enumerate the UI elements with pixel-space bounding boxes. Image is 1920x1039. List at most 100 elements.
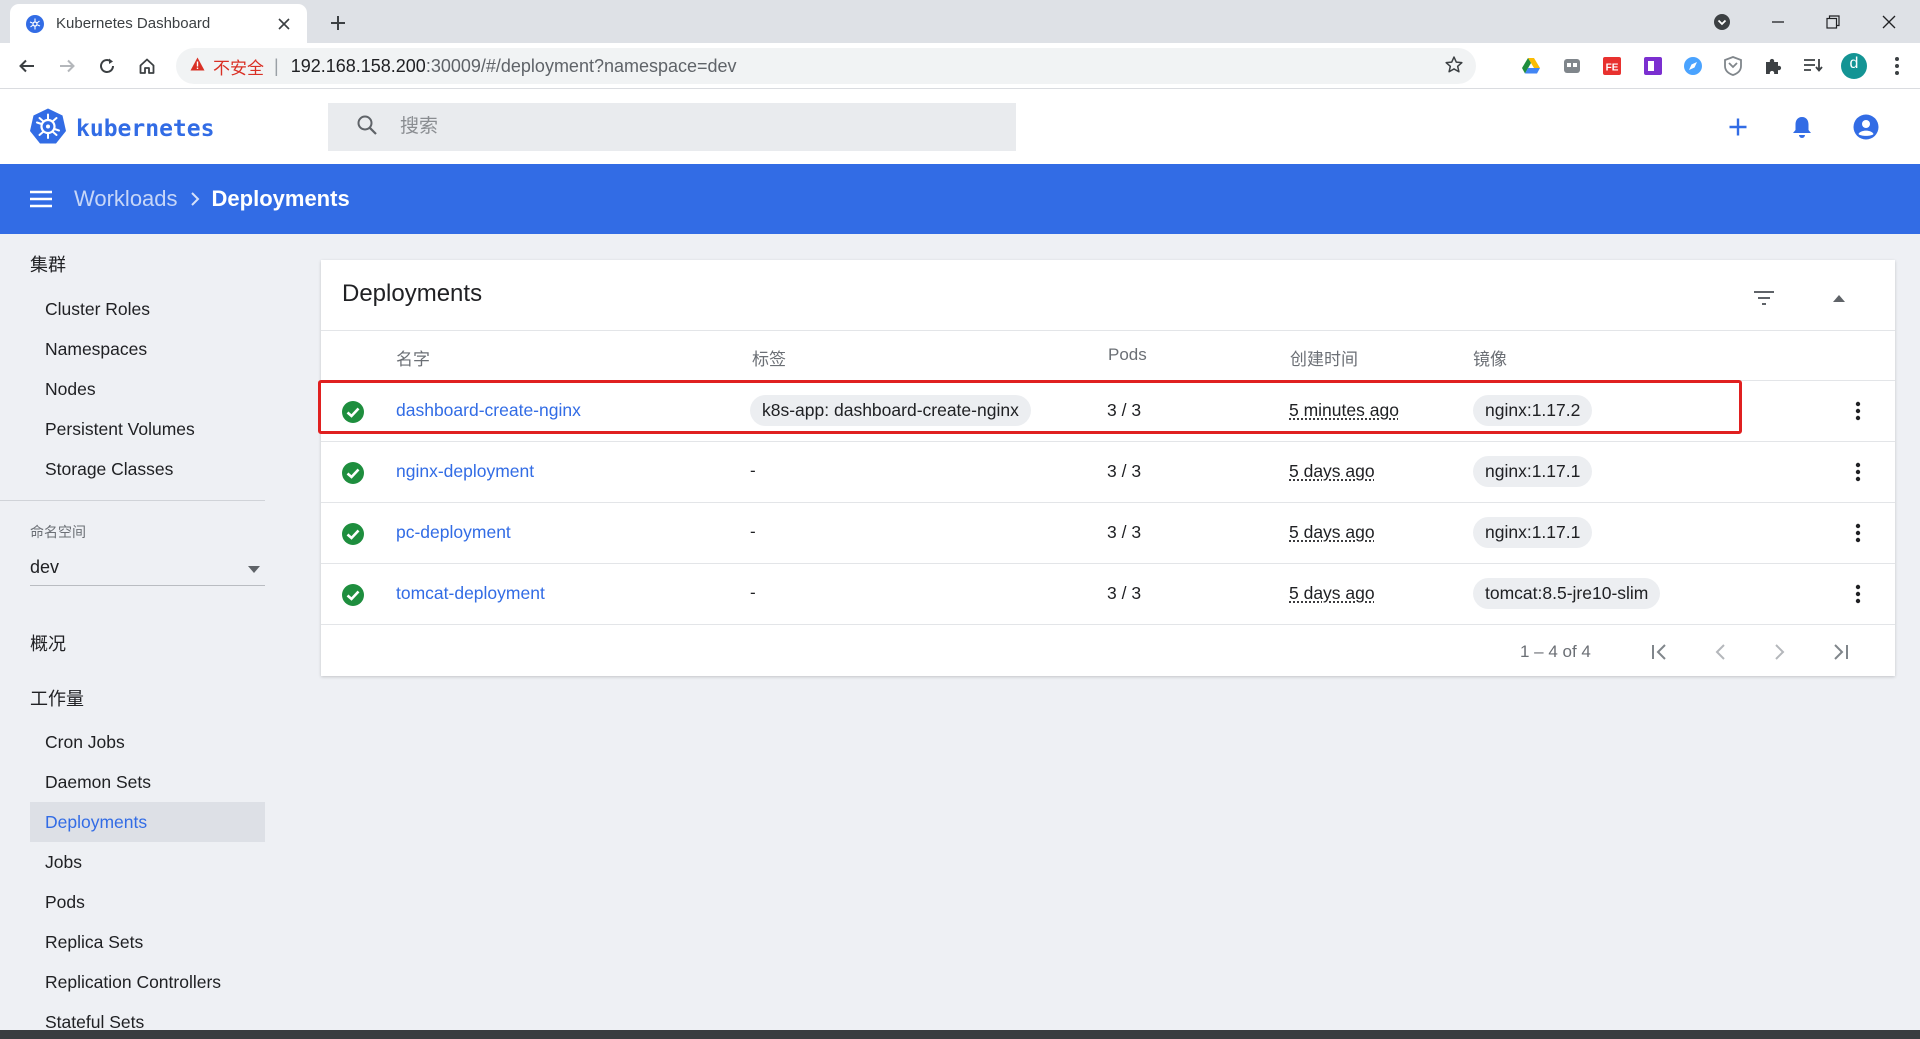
namespace-select[interactable]: dev	[30, 550, 265, 586]
next-page-icon[interactable]	[1766, 638, 1794, 666]
profile-initial: d	[1849, 55, 1859, 72]
back-arrow-icon[interactable]	[11, 50, 43, 82]
column-header-created[interactable]: 创建时间	[1290, 345, 1358, 370]
filter-list-icon[interactable]	[1748, 282, 1780, 314]
sidebar-item-cluster-roles[interactable]: Cluster Roles	[30, 289, 265, 329]
brand-logo[interactable]: kubernetes	[29, 107, 214, 150]
rp-extension-icon[interactable]	[1642, 55, 1664, 77]
sidebar-item-storage-classes[interactable]: Storage Classes	[30, 449, 265, 489]
table-row[interactable]: nginx-deployment - 3 / 3 5 days ago ngin…	[321, 441, 1895, 502]
sidebar-item-jobs[interactable]: Jobs	[30, 842, 265, 882]
reading-list-icon[interactable]	[1802, 55, 1824, 77]
url-path: :30009/#/deployment?namespace=dev	[425, 55, 737, 76]
status-ok-icon	[341, 461, 365, 485]
more-vert-icon[interactable]	[1846, 460, 1870, 484]
tab-search-icon[interactable]	[1699, 0, 1745, 43]
url-host: 192.168.158.200	[290, 55, 426, 76]
profile-avatar[interactable]: d	[1840, 52, 1868, 80]
toolbar-breadcrumb-bar: Workloads Deployments	[0, 164, 1920, 234]
reload-icon[interactable]	[91, 50, 123, 82]
pagination-range: 1 – 4 of 4	[1520, 642, 1591, 661]
label-empty: -	[750, 522, 756, 541]
search-box[interactable]	[328, 103, 1016, 151]
close-window-icon[interactable]	[1866, 0, 1912, 43]
home-icon[interactable]	[131, 50, 163, 82]
more-vert-icon[interactable]	[1846, 582, 1870, 606]
sidebar-item-replica-sets[interactable]: Replica Sets	[30, 922, 265, 962]
extensions-puzzle-icon[interactable]	[1762, 55, 1784, 77]
column-header-name[interactable]: 名字	[396, 345, 430, 370]
sidebar-heading-workloads[interactable]: 工作量	[30, 685, 84, 711]
sidebar-item-pods[interactable]: Pods	[30, 882, 265, 922]
deployment-name-link[interactable]: nginx-deployment	[396, 461, 534, 482]
sidebar-item-daemon-sets[interactable]: Daemon Sets	[30, 762, 265, 802]
browser-toolbar: 不安全 | 192.168.158.200:30009/#/deployment…	[0, 43, 1920, 89]
not-secure-label[interactable]: 不安全	[213, 54, 264, 79]
column-header-images: 镜像	[1473, 350, 1507, 369]
first-page-icon[interactable]	[1646, 638, 1674, 666]
address-bar[interactable]: 不安全 | 192.168.158.200:30009/#/deployment…	[176, 48, 1476, 84]
deployment-name-link[interactable]: tomcat-deployment	[396, 583, 545, 604]
minimize-icon[interactable]	[1755, 0, 1801, 43]
deployment-name-link[interactable]: pc-deployment	[396, 522, 511, 543]
restore-icon[interactable]	[1810, 0, 1856, 43]
dropdown-arrow-icon	[248, 557, 260, 578]
compass-extension-icon[interactable]	[1682, 55, 1704, 77]
url-text[interactable]: 192.168.158.200:30009/#/deployment?names…	[291, 56, 737, 77]
notifications-bell-icon[interactable]	[1788, 113, 1816, 141]
fe-extension-icon[interactable]: FE	[1601, 55, 1623, 77]
hamburger-menu-icon[interactable]	[27, 185, 55, 213]
kubernetes-favicon-icon	[26, 14, 44, 33]
sidebar-item-nodes[interactable]: Nodes	[30, 369, 265, 409]
namespace-label: 命名空间	[30, 524, 86, 540]
close-tab-icon[interactable]	[273, 13, 295, 35]
sidebar-divider	[0, 500, 265, 501]
table-row[interactable]: pc-deployment - 3 / 3 5 days ago nginx:1…	[321, 502, 1895, 563]
url-separator: |	[274, 55, 279, 76]
image-chip: tomcat:8.5-jre10-slim	[1473, 578, 1661, 609]
search-input[interactable]	[400, 116, 960, 138]
created-time: 5 days ago	[1289, 583, 1375, 603]
collapse-arrow-icon[interactable]	[1823, 282, 1855, 314]
sidebar-item-namespaces[interactable]: Namespaces	[30, 329, 265, 369]
breadcrumb-workloads[interactable]: Workloads	[74, 186, 178, 212]
shield-extension-icon[interactable]	[1722, 55, 1744, 77]
image-chip: nginx:1.17.1	[1473, 456, 1593, 487]
created-time: 5 days ago	[1289, 522, 1375, 542]
reader-extension-icon[interactable]	[1561, 55, 1583, 77]
status-ok-icon	[341, 522, 365, 546]
bookmark-star-icon[interactable]	[1444, 55, 1464, 80]
more-vert-icon[interactable]	[1846, 521, 1870, 545]
label-chip: k8s-app: dashboard-create-nginx	[750, 395, 1031, 426]
account-circle-icon[interactable]	[1852, 113, 1880, 141]
column-header-labels: 标签	[752, 350, 786, 369]
chevron-right-icon	[190, 191, 200, 207]
app-header: kubernetes	[0, 89, 1920, 164]
chrome-menu-icon[interactable]	[1886, 55, 1908, 77]
sidebar-item-persistent-volumes[interactable]: Persistent Volumes	[30, 409, 265, 449]
create-resource-icon[interactable]	[1724, 113, 1752, 141]
deployment-name-link[interactable]: dashboard-create-nginx	[396, 400, 581, 421]
table-row[interactable]: dashboard-create-nginx k8s-app: dashboar…	[321, 380, 1895, 441]
sidebar-item-deployments[interactable]: Deployments	[30, 802, 265, 842]
more-vert-icon[interactable]	[1846, 399, 1870, 423]
warning-triangle-icon	[190, 57, 205, 76]
sidebar-heading-cluster[interactable]: 集群	[30, 251, 66, 277]
deployments-card: Deployments 名字 标签 Pods 创建时间 镜像 dashboard…	[321, 260, 1895, 676]
namespace-value: dev	[30, 557, 60, 577]
forward-arrow-icon[interactable]	[51, 50, 83, 82]
sidebar-item-replication-controllers[interactable]: Replication Controllers	[30, 962, 265, 1002]
sidebar-item-overview[interactable]: 概况	[30, 630, 66, 656]
label-empty: -	[750, 583, 756, 602]
column-header-pods: Pods	[1108, 345, 1147, 364]
drive-extension-icon[interactable]	[1520, 55, 1542, 77]
table-row[interactable]: tomcat-deployment - 3 / 3 5 days ago tom…	[321, 563, 1895, 624]
last-page-icon[interactable]	[1826, 638, 1854, 666]
previous-page-icon[interactable]	[1706, 638, 1734, 666]
created-time: 5 days ago	[1289, 461, 1375, 481]
new-tab-icon[interactable]	[323, 8, 353, 38]
breadcrumb-current: Deployments	[211, 186, 350, 211]
browser-tab[interactable]: Kubernetes Dashboard	[10, 4, 307, 43]
browser-tab-title: Kubernetes Dashboard	[56, 15, 211, 32]
sidebar-item-cron-jobs[interactable]: Cron Jobs	[30, 722, 265, 762]
